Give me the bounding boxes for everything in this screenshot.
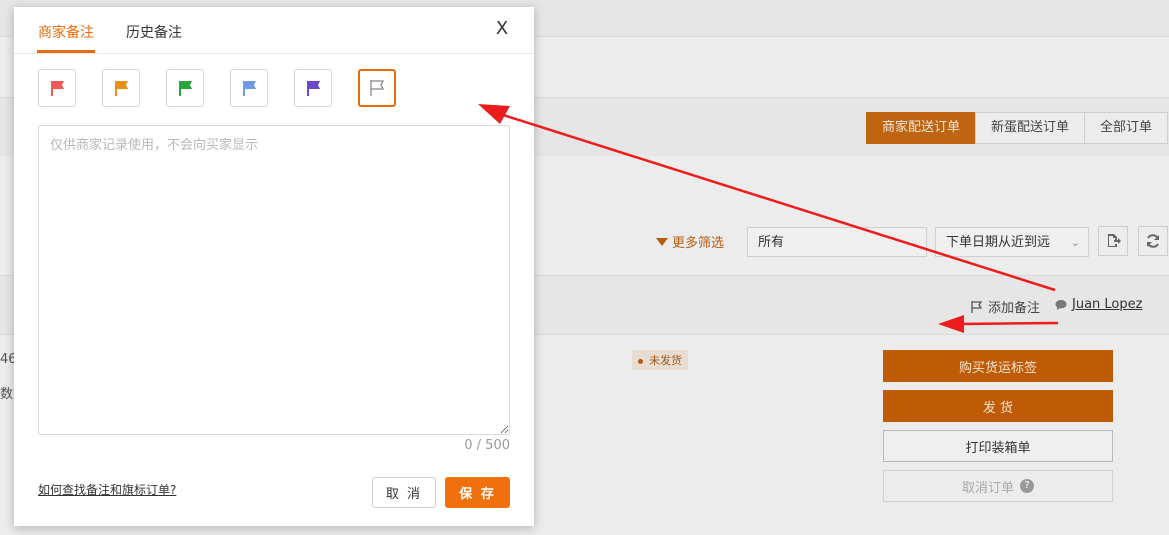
customer-name: Juan Lopez — [1072, 297, 1143, 312]
help-link[interactable]: 如何查找备注和旗标订单? — [38, 481, 176, 498]
status-dot-icon — [638, 358, 643, 364]
add-note-label: 添加备注 — [988, 301, 1041, 316]
red-flag-icon — [51, 81, 64, 96]
help-icon: ? — [1020, 479, 1034, 493]
sort-select-value: 下单日期从近到远 — [946, 235, 1051, 250]
note-textarea[interactable] — [38, 125, 510, 435]
truncated-text: 数 — [0, 387, 14, 402]
refresh-icon — [1147, 234, 1159, 248]
sort-select[interactable]: 下单日期从近到远 ⌄ — [935, 227, 1089, 257]
save-button[interactable]: 保 存 — [445, 477, 510, 508]
tab-merchant-delivery[interactable]: 商家配送订单 — [865, 112, 976, 144]
close-icon: X — [495, 18, 509, 39]
merchant-note-dialog: 商家备注 历史备注 X 0 / 500 如 — [14, 7, 534, 526]
customer-link[interactable]: Juan Lopez — [1054, 297, 1142, 312]
green-flag-button[interactable] — [166, 69, 204, 107]
orange-flag-button[interactable] — [102, 69, 140, 107]
more-filters-button[interactable]: 更多筛选 — [656, 232, 724, 251]
cancel-button[interactable]: 取 消 — [372, 477, 436, 508]
print-packing-slip-label: 打印装箱单 — [965, 440, 1031, 456]
status-badge: 未发货 — [632, 350, 688, 370]
red-flag-button[interactable] — [38, 69, 76, 107]
character-counter: 0 / 500 — [464, 438, 510, 453]
chat-icon — [1055, 299, 1067, 310]
green-flag-icon — [179, 81, 192, 96]
tab-newegg-delivery[interactable]: 新蛋配送订单 — [974, 112, 1085, 144]
purple-flag-icon — [307, 81, 320, 96]
buy-shipping-label-button[interactable]: 购买货运标签 — [883, 350, 1113, 382]
cancel-order-button: 取消订单 ? — [883, 470, 1113, 502]
buy-shipping-label-text: 购买货运标签 — [958, 360, 1037, 376]
orange-flag-icon — [115, 81, 128, 96]
export-button[interactable] — [1098, 226, 1128, 256]
status-badge-label: 未发货 — [649, 354, 682, 367]
dialog-tabs: 商家备注 历史备注 X — [14, 7, 534, 54]
flag-outline-icon — [370, 80, 385, 96]
close-button[interactable]: X — [492, 19, 512, 39]
active-tab-indicator — [37, 50, 95, 53]
add-note-link[interactable]: 添加备注 — [970, 297, 1040, 316]
ship-button[interactable]: 发 货 — [883, 390, 1113, 422]
status-select-value: 所有 — [758, 235, 785, 250]
tab-merchant-note[interactable]: 商家备注 — [38, 22, 94, 42]
refresh-button[interactable] — [1138, 226, 1168, 256]
blue-flag-icon — [243, 81, 256, 96]
status-select[interactable]: 所有 ⌄ — [747, 227, 927, 257]
chevron-down-icon: ⌄ — [908, 236, 918, 249]
chevron-down-icon: ⌄ — [1070, 236, 1080, 249]
more-filters-label: 更多筛选 — [672, 236, 725, 251]
blue-flag-button[interactable] — [230, 69, 268, 107]
ship-button-label: 发 货 — [982, 400, 1014, 416]
flag-outline-icon — [971, 300, 983, 313]
export-icon — [1108, 234, 1121, 247]
print-packing-slip-button[interactable]: 打印装箱单 — [883, 430, 1113, 462]
purple-flag-button[interactable] — [294, 69, 332, 107]
tab-note-history[interactable]: 历史备注 — [126, 22, 182, 42]
no-flag-button[interactable] — [358, 69, 396, 107]
cancel-order-label: 取消订单 — [961, 480, 1014, 496]
funnel-icon — [656, 237, 668, 246]
tab-all-orders[interactable]: 全部订单 — [1083, 112, 1168, 144]
order-type-tabs: 商家配送订单 新蛋配送订单 全部订单 — [865, 112, 1168, 144]
